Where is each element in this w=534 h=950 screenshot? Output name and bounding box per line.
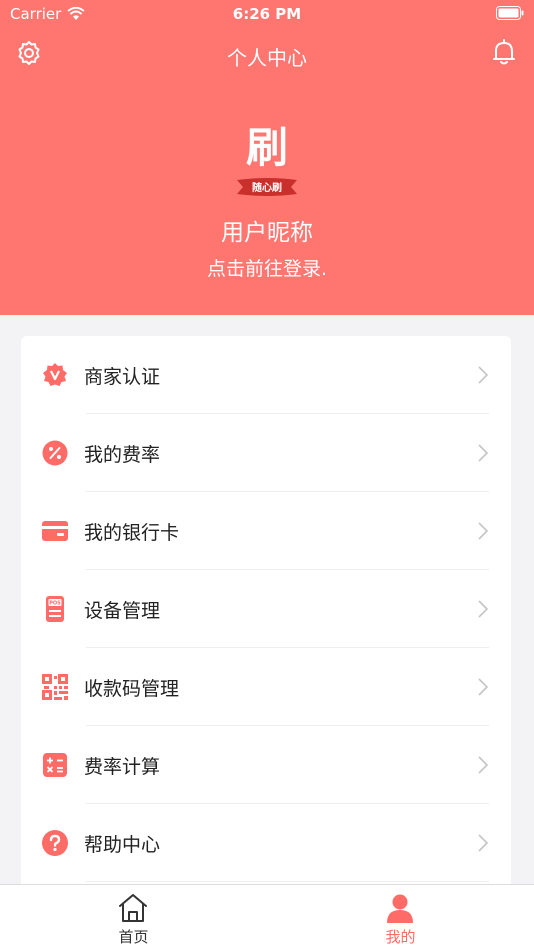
chevron-right-icon (478, 678, 489, 696)
chevron-right-icon (478, 600, 489, 618)
menu-item-label: 设备管理 (84, 600, 161, 622)
app-logo: 刷 (0, 122, 534, 174)
tab-label: 首页 (118, 928, 149, 946)
tab-mine[interactable]: 我的 (267, 885, 534, 950)
pos-device-icon: POS (46, 596, 64, 622)
help-icon (42, 830, 68, 856)
menu-item-label: 我的银行卡 (84, 522, 180, 544)
status-bar: Carrier 6:26 PM (0, 0, 534, 28)
menu-item-rate-calculator[interactable]: 费率计算 (21, 726, 511, 804)
chevron-right-icon (478, 366, 489, 384)
logo-ribbon-text: 随心刷 (252, 183, 282, 194)
tab-bar: 首页 我的 (0, 884, 534, 950)
calculator-icon (43, 753, 67, 777)
divider (86, 881, 489, 882)
navbar: 个人中心 (0, 34, 534, 74)
qr-code-icon (42, 674, 68, 700)
notification-bell-icon[interactable] (492, 38, 516, 66)
user-nickname[interactable]: 用户昵称 (0, 213, 534, 247)
profile-icon (387, 894, 413, 923)
battery-icon (496, 6, 524, 20)
chevron-right-icon (478, 444, 489, 462)
menu-item-label: 费率计算 (84, 756, 161, 778)
tab-home[interactable]: 首页 (0, 885, 267, 950)
menu-item-label: 我的费率 (84, 444, 161, 466)
menu-item-qr-management[interactable]: 收款码管理 (21, 648, 511, 726)
menu-item-label: 收款码管理 (84, 678, 180, 700)
menu-item-my-rate[interactable]: 我的费率 (21, 414, 511, 492)
menu-item-label: 商家认证 (84, 366, 161, 388)
login-link[interactable]: 点击前往登录. (0, 254, 534, 281)
logo-character: 刷 (245, 123, 288, 172)
menu-card: 商家认证 我的费率 我的银行卡 POS 设备管理 收款码管理 费率计算 帮助中心 (21, 336, 511, 896)
percent-icon (42, 440, 68, 466)
bank-card-icon (42, 521, 68, 541)
home-icon (119, 894, 147, 922)
tab-label: 我的 (385, 928, 416, 946)
menu-item-my-bank-card[interactable]: 我的银行卡 (21, 492, 511, 570)
menu-item-merchant-verify[interactable]: 商家认证 (21, 336, 511, 414)
chevron-right-icon (478, 756, 489, 774)
chevron-right-icon (478, 834, 489, 852)
merchant-verify-badge-icon (43, 363, 67, 386)
menu-item-help-center[interactable]: 帮助中心 (21, 804, 511, 882)
profile-header: Carrier 6:26 PM 个人中心 刷 随心刷 用户昵称 点击前往登录. (0, 0, 534, 315)
menu-item-device-management[interactable]: POS 设备管理 (21, 570, 511, 648)
status-time: 6:26 PM (232, 5, 302, 23)
chevron-right-icon (478, 522, 489, 540)
page-title: 个人中心 (227, 46, 307, 70)
svg-text:POS: POS (49, 601, 61, 607)
menu-item-label: 帮助中心 (84, 834, 161, 856)
